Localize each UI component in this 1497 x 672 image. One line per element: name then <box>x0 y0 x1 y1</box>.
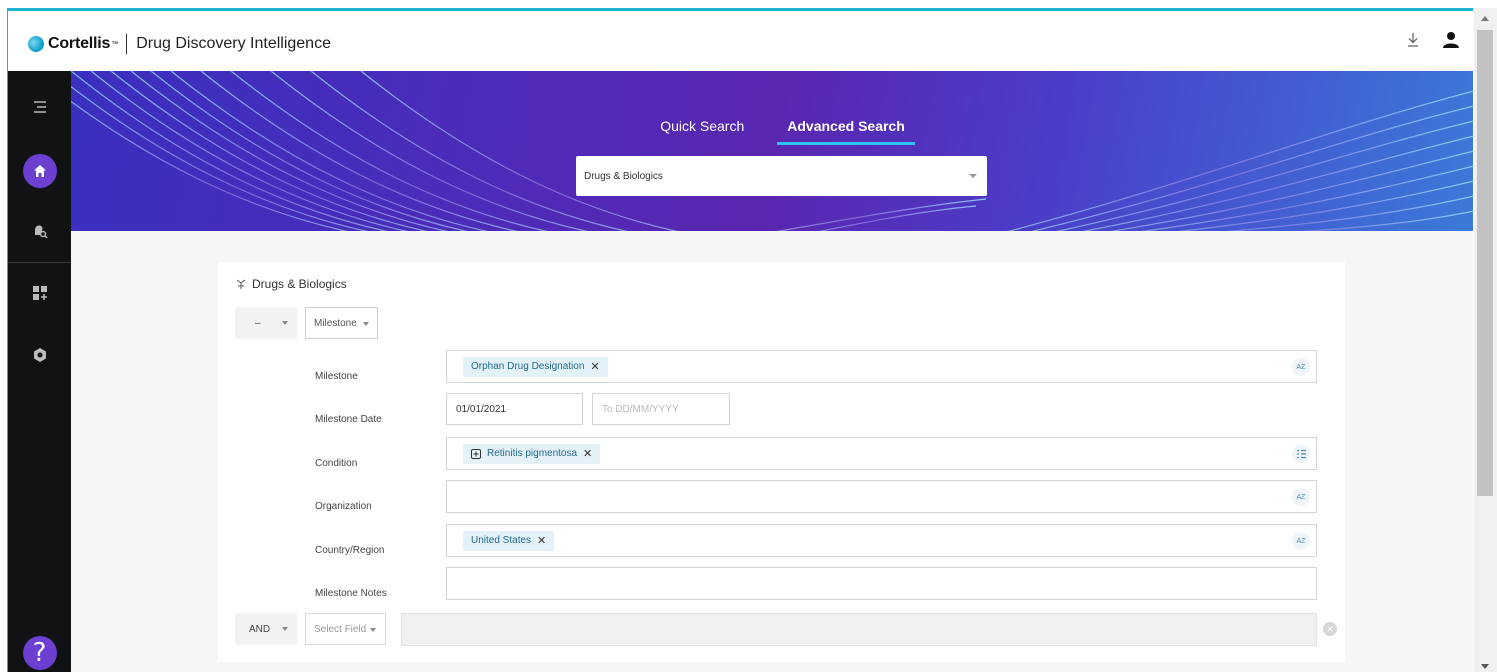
milestone-notes-input[interactable] <box>446 567 1317 600</box>
help-button[interactable]: ? <box>8 636 71 670</box>
chip-label: United States <box>471 535 532 546</box>
scrollbar-thumb[interactable] <box>1477 30 1493 496</box>
condition-input[interactable]: Retinitis pigmentosa ✕ <box>446 437 1317 470</box>
database-select[interactable]: Drugs & Biologics <box>576 156 987 196</box>
milestone-input[interactable]: Orphan Drug Designation ✕ AZ <box>446 350 1317 383</box>
search-banner: Quick Search Advanced Search Drugs & Bio… <box>71 71 1473 231</box>
chevron-down-icon <box>282 321 288 325</box>
sidebar-item-dashboards[interactable] <box>8 285 71 301</box>
country-chip: United States ✕ <box>463 530 555 551</box>
app-window: Cortellis ™ Drug Discovery Intelligence <box>7 8 1473 672</box>
search-tabs: Quick Search Advanced Search <box>71 118 1473 145</box>
milestone-notes-label: Milestone Notes <box>315 588 387 599</box>
alert-search-icon <box>34 225 47 239</box>
sidebar: ? <box>8 71 71 672</box>
sidebar-item-home[interactable] <box>8 154 71 188</box>
country-input[interactable]: United States ✕ AZ <box>446 524 1317 557</box>
form-title-text: Drugs & Biologics <box>252 277 347 291</box>
menu-icon <box>33 101 46 113</box>
value-input-disabled <box>401 613 1317 646</box>
next-operator-value: AND <box>249 623 271 635</box>
sidebar-item-apps[interactable] <box>8 347 71 363</box>
country-label: Country/Region <box>315 545 385 556</box>
group-field-select[interactable]: Milestone <box>305 307 378 339</box>
chip-label: Retinitis pigmentosa <box>487 448 578 459</box>
group-operator-select[interactable]: – <box>235 307 297 339</box>
milestone-date-to[interactable]: To DD/MM/YYYY <box>592 393 730 425</box>
dashboard-add-icon <box>32 286 47 300</box>
scroll-up-icon[interactable] <box>1481 16 1489 21</box>
sidebar-divider <box>8 262 71 263</box>
brand[interactable]: Cortellis ™ Drug Discovery Intelligence <box>28 33 331 55</box>
hexagon-icon <box>33 348 46 362</box>
condition-chip: Retinitis pigmentosa ✕ <box>463 443 601 464</box>
user-icon[interactable] <box>1442 31 1460 49</box>
cortellis-logo-icon <box>28 36 44 52</box>
database-select-value: Drugs & Biologics <box>584 170 663 182</box>
advanced-search-form: Drugs & Biologics – Milestone Milestone … <box>218 262 1345 662</box>
page-scrollbar[interactable] <box>1474 8 1497 672</box>
tab-advanced-search[interactable]: Advanced Search <box>777 118 915 145</box>
group-operator-value: – <box>255 317 261 329</box>
milestone-label: Milestone <box>315 371 358 382</box>
help-icon: ? <box>22 636 57 670</box>
pill-icon <box>236 279 246 289</box>
organization-label: Organization <box>315 501 372 512</box>
banner-wave-pattern <box>71 71 1473 231</box>
chip-remove-icon[interactable]: ✕ <box>590 360 599 373</box>
sidebar-item-alerts[interactable] <box>8 223 71 239</box>
select-field-placeholder: Select Field <box>314 623 367 635</box>
brand-name: Cortellis <box>48 35 111 52</box>
brand-trademark: ™ <box>111 40 119 48</box>
chevron-down-icon <box>363 322 369 326</box>
chevron-down-icon <box>282 627 288 631</box>
brand-divider <box>126 34 128 54</box>
chevron-down-icon <box>370 628 376 632</box>
condition-label: Condition <box>315 458 358 469</box>
form-title: Drugs & Biologics <box>235 277 347 291</box>
tree-list-icon[interactable] <box>1292 445 1310 463</box>
top-bar: Cortellis ™ Drug Discovery Intelligence <box>8 11 1473 71</box>
sort-az-icon[interactable]: AZ <box>1292 532 1310 550</box>
sort-az-icon[interactable]: AZ <box>1292 488 1310 506</box>
clear-row-icon[interactable]: ✕ <box>1323 622 1337 636</box>
select-field-dropdown[interactable]: Select Field <box>305 613 386 645</box>
sort-az-icon[interactable]: AZ <box>1292 358 1310 376</box>
next-operator-select[interactable]: AND <box>235 613 297 645</box>
group-field-value: Milestone <box>314 317 357 329</box>
milestone-chip: Orphan Drug Designation ✕ <box>463 356 608 377</box>
chip-label: Orphan Drug Designation <box>471 361 585 372</box>
download-icon[interactable] <box>1406 32 1420 48</box>
organization-input[interactable]: AZ <box>446 480 1317 513</box>
chip-remove-icon[interactable]: ✕ <box>583 447 592 460</box>
chevron-down-icon <box>969 174 977 178</box>
product-name: Drug Discovery Intelligence <box>136 35 331 52</box>
milestone-date-label: Milestone Date <box>315 414 382 425</box>
tab-quick-search[interactable]: Quick Search <box>660 118 744 145</box>
chip-remove-icon[interactable]: ✕ <box>537 534 546 547</box>
milestone-date-from[interactable]: 01/01/2021 <box>446 393 583 425</box>
home-icon <box>33 165 46 177</box>
expand-plus-icon[interactable] <box>471 448 481 459</box>
scroll-down-icon[interactable] <box>1481 664 1489 669</box>
sidebar-menu-button[interactable] <box>8 99 71 115</box>
